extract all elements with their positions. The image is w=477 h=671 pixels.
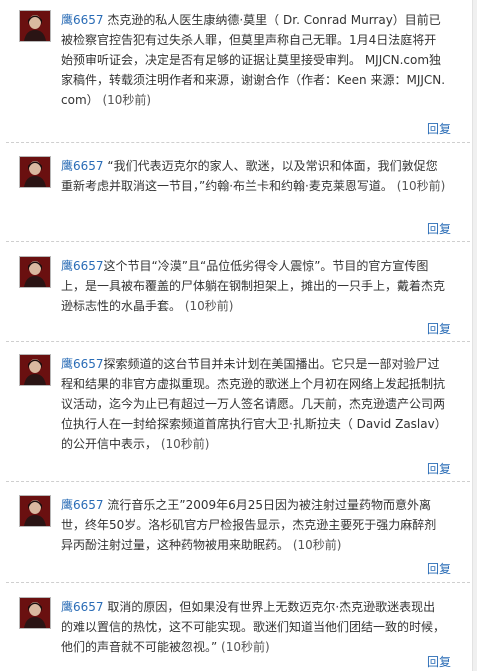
user-avatar-icon [20, 355, 50, 385]
post-content: 这个节目“冷漠”且“品位低劣得令人震惊”。节目的官方宣传图上，是一具被布覆盖的尸… [61, 259, 446, 313]
avatar[interactable] [19, 10, 51, 42]
avatar[interactable] [19, 354, 51, 386]
user-avatar-icon [20, 257, 50, 287]
timestamp: (10秒前) [184, 299, 234, 313]
avatar[interactable] [19, 256, 51, 288]
post-content: 探索频道的这台节目并未计划在美国播出。它只是一部对验尸过程和结果的非官方虚拟重现… [61, 357, 447, 451]
post-content: “我们代表迈克尔的家人、歌迷，以及常识和体面，我们敦促您重新考虑并取消这一节目，… [61, 159, 438, 193]
reply-link[interactable]: 回复 [427, 653, 451, 670]
post-content: 流行音乐之王”2009年6月25日因为被注射过量药物而意外离世，终年50岁。洛杉… [61, 498, 437, 552]
list-item: 鹰6657 杰克逊的私人医生康纳德·莫里（ Dr. Conrad Murray）… [0, 0, 477, 142]
reply-link[interactable]: 回复 [427, 120, 451, 137]
avatar[interactable] [19, 597, 51, 629]
timestamp: (10秒前) [292, 538, 342, 552]
author-link[interactable]: 鹰6657 [61, 259, 104, 273]
author-link[interactable]: 鹰6657 [61, 498, 104, 512]
timestamp: (10秒前) [396, 179, 446, 193]
reply-link[interactable]: 回复 [427, 460, 451, 477]
list-item: 鹰6657 取消的原因，但如果没有世界上无数迈克尔·杰克逊歌迷表现出的难以置信的… [0, 583, 477, 671]
timestamp: (10秒前) [102, 93, 152, 107]
author-link[interactable]: 鹰6657 [61, 600, 104, 614]
user-avatar-icon [20, 11, 50, 41]
list-item: 鹰6657这个节目“冷漠”且“品位低劣得令人震惊”。节目的官方宣传图上，是一具被… [0, 242, 477, 341]
reply-link[interactable]: 回复 [427, 320, 451, 337]
avatar[interactable] [19, 156, 51, 188]
reply-link[interactable]: 回复 [427, 560, 451, 577]
author-link[interactable]: 鹰6657 [61, 159, 104, 173]
user-avatar-icon [20, 157, 50, 187]
list-item: 鹰6657探索频道的这台节目并未计划在美国播出。它只是一部对验尸过程和结果的非官… [0, 342, 477, 481]
status-feed: 鹰6657 杰克逊的私人医生康纳德·莫里（ Dr. Conrad Murray）… [0, 0, 477, 671]
user-avatar-icon [20, 496, 50, 526]
list-item: 鹰6657 “我们代表迈克尔的家人、歌迷，以及常识和体面，我们敦促您重新考虑并取… [0, 143, 477, 241]
user-avatar-icon [20, 598, 50, 628]
avatar[interactable] [19, 495, 51, 527]
scrollbar[interactable] [472, 0, 477, 671]
reply-link[interactable]: 回复 [427, 220, 451, 237]
author-link[interactable]: 鹰6657 [61, 357, 104, 371]
timestamp: (10秒前) [221, 640, 270, 654]
author-link[interactable]: 鹰6657 [61, 13, 104, 27]
list-item: 鹰6657 流行音乐之王”2009年6月25日因为被注射过量药物而意外离世，终年… [0, 482, 477, 582]
timestamp: (10秒前) [160, 437, 210, 451]
